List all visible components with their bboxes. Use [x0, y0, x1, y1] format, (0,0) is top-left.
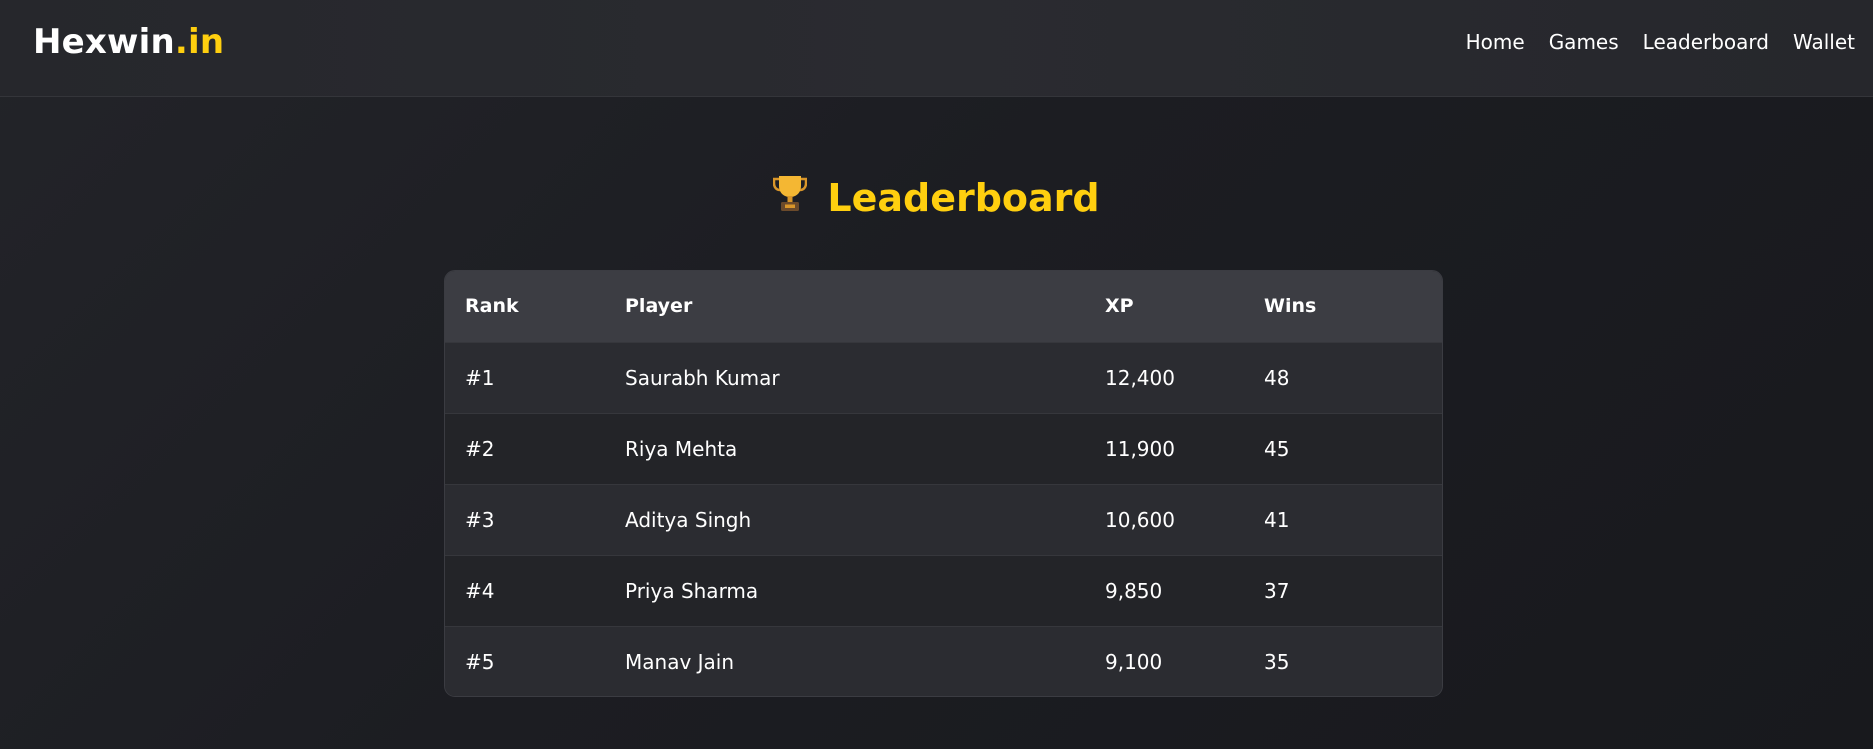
- table-row: #5 Manav Jain 9,100 35: [445, 626, 1442, 696]
- column-header-xp: XP: [1105, 295, 1134, 318]
- rank-cell: #2: [465, 436, 495, 461]
- page-title-text: Leaderboard: [827, 176, 1100, 220]
- wins-cell: 48: [1264, 365, 1290, 390]
- player-cell: Manav Jain: [625, 649, 735, 674]
- nav-link-games[interactable]: Games: [1549, 29, 1619, 55]
- leaderboard-table: Rank Player XP Wins #1 Saurabh Kumar 12,…: [445, 271, 1442, 696]
- xp-cell: 11,900: [1105, 436, 1175, 461]
- nav-link-wallet[interactable]: Wallet: [1793, 29, 1855, 55]
- rank-cell: #4: [465, 578, 495, 603]
- rank-cell: #1: [465, 365, 495, 390]
- player-cell: Priya Sharma: [625, 578, 759, 603]
- table-row: #3 Aditya Singh 10,600 41: [445, 484, 1442, 555]
- rank-cell: #3: [465, 507, 495, 532]
- logo-brand: Hexwin: [33, 22, 175, 62]
- xp-cell: 9,850: [1105, 578, 1163, 603]
- rank-cell: #5: [465, 649, 495, 674]
- xp-cell: 10,600: [1105, 507, 1175, 532]
- wins-cell: 35: [1264, 649, 1290, 674]
- player-cell: Aditya Singh: [625, 507, 752, 532]
- top-navbar: Hexwin.in Home Games Leaderboard Wallet: [0, 0, 1873, 97]
- logo-tld: .in: [174, 22, 225, 62]
- wins-cell: 37: [1264, 578, 1290, 603]
- nav-link-leaderboard[interactable]: Leaderboard: [1643, 29, 1769, 55]
- table-row: #4 Priya Sharma 9,850 37: [445, 555, 1442, 626]
- column-header-player: Player: [625, 295, 693, 318]
- main-nav: Home Games Leaderboard Wallet: [1466, 29, 1855, 55]
- player-cell: Riya Mehta: [625, 436, 738, 461]
- page-title: Leaderboard: [0, 174, 1873, 223]
- site-logo[interactable]: Hexwin.in: [33, 22, 224, 62]
- column-header-rank: Rank: [465, 295, 519, 318]
- wins-cell: 45: [1264, 436, 1290, 461]
- table-row: #2 Riya Mehta 11,900 45: [445, 413, 1442, 484]
- nav-link-home[interactable]: Home: [1466, 29, 1525, 55]
- column-header-wins: Wins: [1264, 295, 1317, 318]
- table-row: #1 Saurabh Kumar 12,400 48: [445, 342, 1442, 413]
- player-cell: Saurabh Kumar: [625, 365, 780, 390]
- leaderboard-table-card: Rank Player XP Wins #1 Saurabh Kumar 12,…: [444, 270, 1443, 697]
- xp-cell: 12,400: [1105, 365, 1175, 390]
- trophy-icon: [773, 172, 808, 223]
- xp-cell: 9,100: [1105, 649, 1163, 674]
- table-header-row: Rank Player XP Wins: [445, 271, 1442, 342]
- wins-cell: 41: [1264, 507, 1290, 532]
